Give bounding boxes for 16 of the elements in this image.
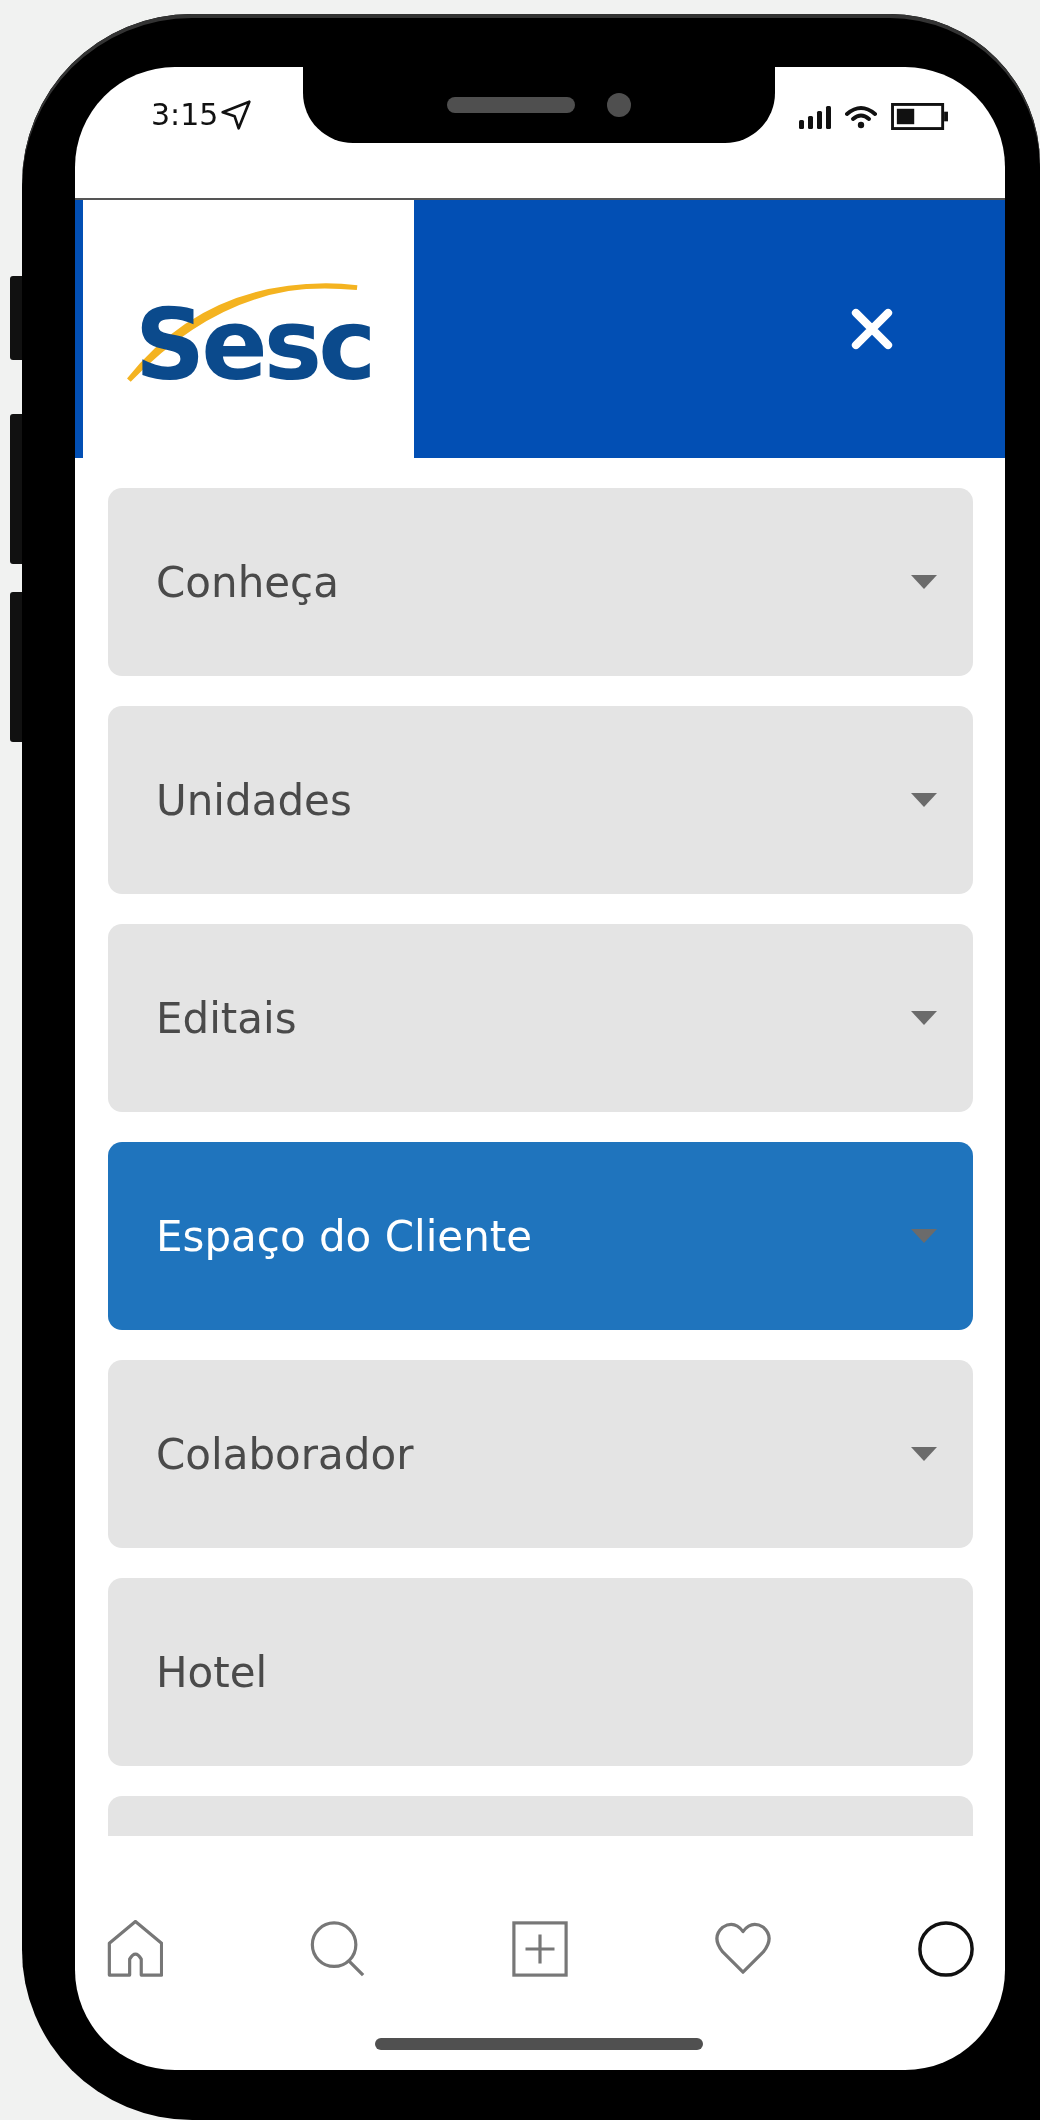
menu-item[interactable]: Colaborador bbox=[108, 1360, 973, 1548]
signal-icon bbox=[799, 104, 831, 129]
wifi-icon bbox=[845, 103, 877, 130]
location-arrow-icon bbox=[220, 98, 253, 131]
menu-item[interactable]: Hotel bbox=[108, 1578, 973, 1766]
close-button[interactable] bbox=[849, 306, 895, 352]
menu-item[interactable]: Espaço do Cliente bbox=[108, 1142, 973, 1330]
plus-square-icon[interactable] bbox=[511, 1920, 569, 1978]
search-icon[interactable] bbox=[308, 1920, 366, 1978]
menu-item[interactable]: Conheça bbox=[108, 488, 973, 676]
menu-item[interactable]: Editais bbox=[108, 924, 973, 1112]
battery-icon bbox=[891, 103, 949, 130]
circle-icon[interactable] bbox=[917, 1920, 975, 1978]
menu-item[interactable]: Unidades bbox=[108, 706, 973, 894]
status-time: 3:15 bbox=[151, 97, 219, 132]
home-icon[interactable] bbox=[105, 1920, 163, 1978]
